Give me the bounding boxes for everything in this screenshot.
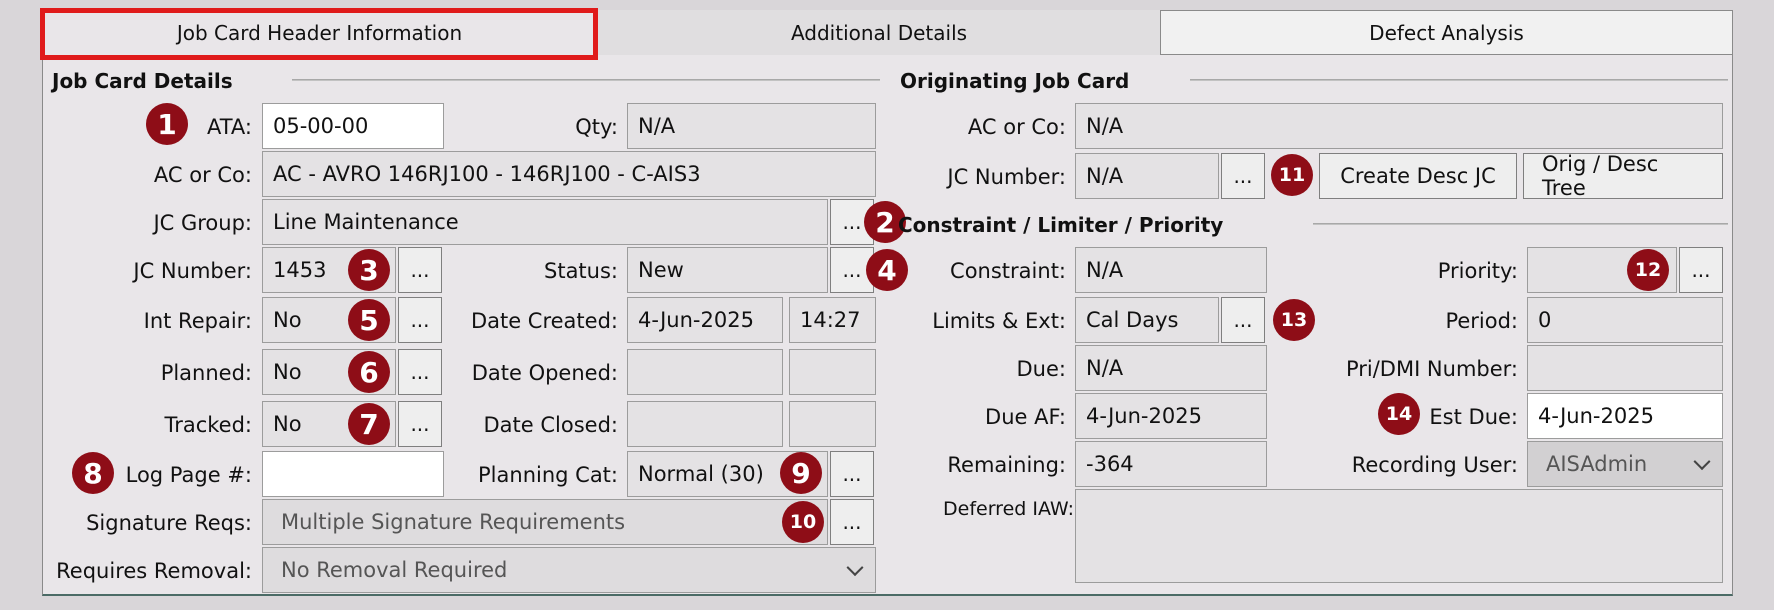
ac-or-co-label: AC or Co: — [153, 163, 252, 187]
jc-number-lookup-button[interactable]: ... — [398, 247, 442, 293]
constraint-field: N/A — [1075, 247, 1267, 293]
date-opened-label: Date Opened: — [471, 361, 618, 385]
due-af-field: 4-Jun-2025 — [1075, 393, 1267, 439]
planned-label: Planned: — [160, 361, 252, 385]
chevron-down-icon — [1693, 453, 1711, 471]
date-opened-field — [627, 349, 783, 395]
ata-input[interactable]: 05-00-00 — [262, 103, 444, 149]
badge-1: 1 — [146, 103, 188, 145]
time-closed-field — [789, 401, 876, 447]
date-created-label: Date Created: — [470, 309, 618, 333]
period-field: 0 — [1527, 297, 1723, 343]
deferred-iaw-textarea[interactable] — [1075, 489, 1723, 583]
badge-13: 13 — [1273, 299, 1315, 341]
jc-group-label: JC Group: — [153, 211, 252, 235]
jc-number-label: JC Number: — [133, 259, 252, 283]
constraint-label: Constraint: — [950, 259, 1066, 283]
chevron-down-icon — [846, 559, 864, 577]
section-title-originating-job-card: Originating Job Card — [900, 69, 1130, 93]
log-page-label: Log Page #: — [125, 463, 252, 487]
status-label: Status: — [544, 259, 618, 283]
time-created-field: 14:27 — [789, 297, 876, 343]
qty-label: Qty: — [575, 115, 618, 139]
log-page-input[interactable] — [262, 451, 444, 497]
orig-jc-number-label: JC Number: — [947, 165, 1066, 189]
deferred-iaw-label: Deferred IAW: — [943, 498, 1074, 520]
requires-removal-select[interactable]: No Removal Required — [262, 547, 876, 593]
limits-ext-field: Cal Days — [1075, 297, 1219, 343]
ata-label: ATA: — [206, 115, 252, 139]
jc-group-field: Line Maintenance — [262, 199, 828, 245]
due-label: Due: — [1016, 357, 1066, 381]
badge-7: 7 — [348, 403, 390, 445]
limits-ext-label: Limits & Ext: — [932, 309, 1066, 333]
badge-4: 4 — [866, 249, 908, 291]
pri-dmi-number-label: Pri/DMI Number: — [1345, 357, 1518, 381]
priority-lookup-button[interactable]: ... — [1679, 247, 1723, 293]
recording-user-select[interactable]: AISAdmin — [1527, 441, 1723, 487]
badge-6: 6 — [348, 351, 390, 393]
due-field: N/A — [1075, 345, 1267, 391]
status-field: New — [627, 247, 828, 293]
orig-ac-label: AC or Co: — [967, 115, 1066, 139]
divider — [292, 79, 880, 81]
qty-field: N/A — [627, 103, 876, 149]
est-due-label: Est Due: — [1429, 405, 1518, 429]
planned-lookup-button[interactable]: ... — [398, 349, 442, 395]
tracked-lookup-button[interactable]: ... — [398, 401, 442, 447]
badge-14: 14 — [1378, 393, 1420, 435]
remaining-label: Remaining: — [947, 453, 1066, 477]
requires-removal-label: Requires Removal: — [56, 559, 252, 583]
pri-dmi-number-field — [1527, 345, 1723, 391]
signature-reqs-lookup-button[interactable]: ... — [830, 499, 874, 545]
priority-label: Priority: — [1437, 259, 1518, 283]
limits-ext-lookup-button[interactable]: ... — [1221, 297, 1265, 343]
date-closed-label: Date Closed: — [483, 413, 618, 437]
est-due-input[interactable]: 4-Jun-2025 — [1527, 393, 1723, 439]
tab-job-card-header[interactable]: Job Card Header Information — [42, 10, 597, 55]
int-repair-label: Int Repair: — [143, 309, 252, 333]
orig-ac-field: N/A — [1075, 103, 1723, 149]
planning-cat-lookup-button[interactable]: ... — [830, 451, 874, 497]
planning-cat-label: Planning Cat: — [478, 463, 618, 487]
date-closed-field — [627, 401, 783, 447]
int-repair-lookup-button[interactable]: ... — [398, 297, 442, 343]
badge-12: 12 — [1627, 249, 1669, 291]
requires-removal-value: No Removal Required — [281, 558, 508, 582]
badge-5: 5 — [348, 299, 390, 341]
badge-11: 11 — [1271, 154, 1313, 196]
badge-9: 9 — [780, 452, 822, 494]
due-af-label: Due AF: — [985, 405, 1066, 429]
section-title-constraint: Constraint / Limiter / Priority — [898, 213, 1224, 237]
orig-jc-lookup-button[interactable]: ... — [1221, 153, 1265, 199]
create-desc-jc-button[interactable]: Create Desc JC — [1319, 153, 1517, 199]
divider — [1190, 79, 1728, 81]
badge-3: 3 — [348, 249, 390, 291]
tab-defect-analysis[interactable]: Defect Analysis — [1160, 10, 1733, 55]
recording-user-value: AISAdmin — [1546, 452, 1648, 476]
orig-desc-tree-button[interactable]: Orig / Desc Tree — [1523, 152, 1723, 200]
orig-jc-number-field: N/A — [1075, 153, 1219, 199]
remaining-field: -364 — [1075, 441, 1267, 487]
section-title-job-card-details: Job Card Details — [52, 69, 233, 93]
signature-reqs-field: Multiple Signature Requirements — [262, 499, 828, 545]
badge-8: 8 — [72, 452, 114, 494]
tracked-label: Tracked: — [164, 413, 252, 437]
tab-additional-details[interactable]: Additional Details — [598, 10, 1160, 55]
date-created-field: 4-Jun-2025 — [627, 297, 783, 343]
period-label: Period: — [1445, 309, 1518, 333]
recording-user-label: Recording User: — [1351, 453, 1518, 477]
ac-or-co-field: AC - AVRO 146RJ100 - 146RJ100 - C-AIS3 — [262, 151, 876, 197]
signature-reqs-label: Signature Reqs: — [86, 511, 252, 535]
badge-10: 10 — [782, 501, 824, 543]
divider — [1313, 223, 1728, 225]
time-opened-field — [789, 349, 876, 395]
